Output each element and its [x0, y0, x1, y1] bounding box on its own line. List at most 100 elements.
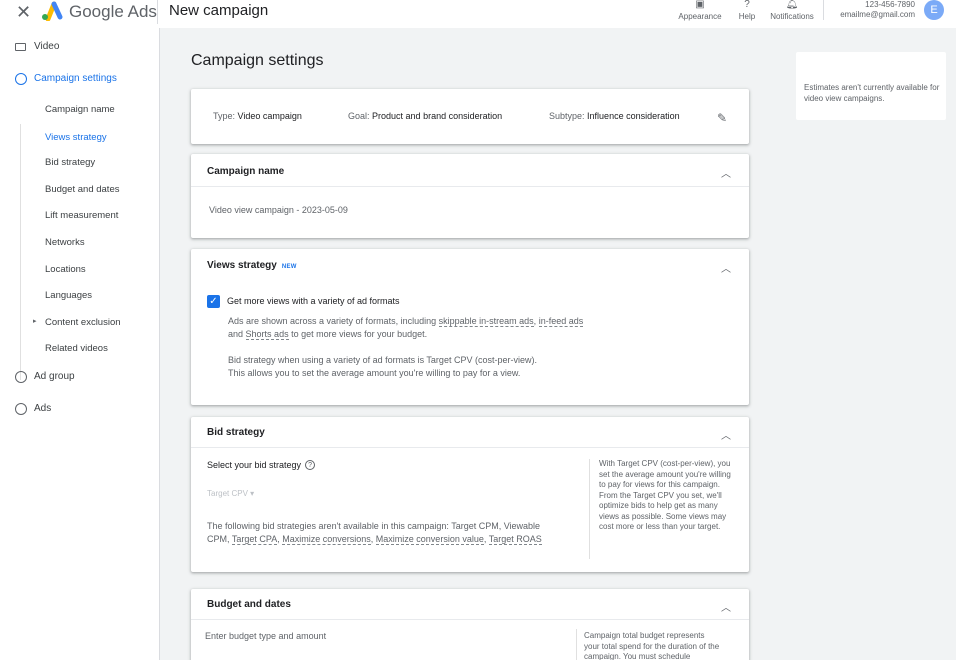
maximize-conversion-value-link[interactable]: Maximize conversion value: [375, 534, 484, 545]
sidebar: Video Campaign settings Campaign name Vi…: [0, 28, 160, 660]
divider: [589, 459, 590, 559]
step-circle-icon: [15, 371, 27, 383]
new-badge: NEW: [281, 264, 297, 270]
sidebar-sub-views-strategy[interactable]: Views strategy: [45, 132, 107, 143]
unavailable-links-line: CPM, Target CPA, Maximize conversions, M…: [207, 533, 577, 546]
divider: [191, 619, 749, 620]
desc-text: ,: [483, 534, 487, 544]
sidebar-sub-bid-strategy[interactable]: Bid strategy: [45, 157, 95, 168]
card-header: Views strategy NEW: [207, 260, 297, 271]
desc-text: Bid strategy when using a variety of ad …: [228, 355, 537, 365]
skippable-in-stream-ads-link[interactable]: skippable in-stream ads: [438, 316, 534, 327]
sidebar-item-label: Ads: [34, 403, 52, 414]
budget-subtitle: Enter budget type and amount: [205, 631, 327, 641]
goal-label: Goal:: [348, 111, 370, 121]
bid-strategy-help-note: With Target CPV (cost-per-view), you set…: [599, 459, 731, 531]
step-circle-icon: [15, 73, 27, 85]
video-icon: [15, 43, 26, 51]
bid-strategy-description: Bid strategy when using a variety of ad …: [228, 354, 608, 380]
label-text: Select your bid strategy: [207, 460, 302, 470]
sidebar-sub-networks[interactable]: Networks: [45, 237, 85, 248]
maximize-conversions-link[interactable]: Maximize conversions: [282, 534, 371, 545]
bid-strategy-select[interactable]: Target CPV ▾: [207, 489, 254, 498]
select-bid-strategy-label: Select your bid strategy?: [207, 460, 316, 470]
appearance-icon: ▣: [695, 0, 705, 10]
help-circle-icon[interactable]: ?: [305, 460, 316, 470]
help-icon: ?: [744, 0, 750, 10]
close-icon[interactable]: ✕: [16, 2, 31, 22]
estimates-text: Estimates aren't currently available for…: [804, 83, 940, 103]
desc-text: Ads are shown across a variety of format…: [228, 316, 437, 326]
views-strategy-card: Views strategy NEW ︿ ✓ Get more views wit…: [191, 249, 749, 405]
type-value: Video campaign: [237, 111, 302, 121]
section-title: Campaign settings: [191, 52, 324, 69]
divider: [576, 629, 577, 660]
step-circle-icon: [15, 403, 27, 415]
select-value: Target CPV: [207, 489, 248, 498]
type-summary: Type: Video campaign: [213, 111, 302, 121]
target-roas-link[interactable]: Target ROAS: [488, 534, 542, 545]
notifications-button[interactable]: 🔔︎ Notifications: [767, 0, 817, 21]
chevron-up-icon[interactable]: ︿: [721, 165, 731, 180]
target-cpa-link[interactable]: Target CPA: [231, 534, 278, 545]
desc-text: This allows you to set the average amoun…: [228, 368, 521, 378]
sidebar-item-label: Campaign settings: [34, 73, 117, 84]
divider: [191, 186, 749, 187]
sidebar-sub-lift-measurement[interactable]: Lift measurement: [45, 210, 118, 221]
customer-id: 123-456-7890: [865, 0, 915, 9]
edit-pencil-icon[interactable]: ✎: [717, 111, 727, 125]
sidebar-sub-languages[interactable]: Languages: [45, 290, 92, 301]
in-feed-ads-link[interactable]: in-feed ads: [538, 316, 584, 327]
checkbox-checked-icon[interactable]: ✓: [207, 295, 220, 308]
sidebar-sub-content-exclusion[interactable]: ▸ Content exclusion: [33, 317, 121, 328]
divider: [823, 0, 824, 20]
chevron-up-icon[interactable]: ︿: [721, 260, 731, 275]
sidebar-sub-related-videos[interactable]: Related videos: [45, 343, 108, 354]
sidebar-sub-locations[interactable]: Locations: [45, 264, 86, 275]
shorts-ads-link[interactable]: Shorts ads: [245, 329, 289, 340]
sidebar-sub-budget-dates[interactable]: Budget and dates: [45, 184, 119, 195]
card-header: Campaign name: [207, 166, 285, 177]
bell-icon: 🔔︎: [785, 0, 799, 10]
campaign-summary-card: Type: Video campaign Goal: Product and b…: [191, 89, 749, 144]
formats-description: Ads are shown across a variety of format…: [228, 315, 588, 341]
desc-text: ,: [370, 534, 374, 544]
step-connector: [20, 124, 21, 380]
card-header: Budget and dates: [207, 599, 291, 610]
help-label: Help: [738, 12, 756, 21]
sidebar-item-ads[interactable]: Ads: [0, 398, 160, 422]
google-ads-logo: [42, 1, 63, 21]
account-info[interactable]: 123-456-7890 emailme@gmail.com: [826, 0, 915, 20]
desc-text: ,: [277, 534, 280, 544]
sidebar-item-label: Video: [34, 41, 60, 52]
desc-text: and: [228, 329, 244, 339]
card-header: Bid strategy: [207, 427, 265, 438]
avatar[interactable]: E: [924, 0, 944, 20]
sidebar-item-label: Ad group: [34, 371, 75, 382]
desc-text: ,: [533, 316, 537, 326]
chevron-up-icon[interactable]: ︿: [721, 427, 731, 442]
campaign-name-value[interactable]: Video view campaign - 2023-05-09: [209, 205, 348, 215]
top-bar: ✕ Google Ads New campaign ▣ Appearance ?…: [0, 0, 956, 28]
help-button[interactable]: ? Help: [734, 0, 760, 21]
sidebar-sub-campaign-name[interactable]: Campaign name: [45, 104, 115, 115]
sidebar-item-ad-group[interactable]: Ad group: [0, 366, 160, 390]
subtype-value: Influence consideration: [587, 111, 680, 121]
sidebar-item-video[interactable]: Video: [0, 36, 160, 60]
goal-value: Product and brand consideration: [372, 111, 503, 121]
appearance-button[interactable]: ▣ Appearance: [677, 0, 723, 21]
desc-text: to get more views for your budget.: [291, 329, 428, 339]
unavailable-strategies-text: The following bid strategies aren't avai…: [207, 520, 577, 546]
divider: [191, 447, 749, 448]
chevron-up-icon[interactable]: ︿: [721, 599, 731, 614]
type-label: Type:: [213, 111, 236, 121]
appearance-label: Appearance: [678, 12, 722, 21]
account-email: emailme@gmail.com: [840, 10, 915, 19]
sidebar-item-campaign-settings[interactable]: Campaign settings: [0, 68, 160, 92]
desc-text: CPM,: [207, 534, 230, 544]
divider: [157, 0, 158, 24]
card-header-label: Views strategy: [207, 260, 277, 271]
subtype-summary: Subtype: Influence consideration: [549, 111, 680, 121]
checkbox-label[interactable]: Get more views with a variety of ad form…: [227, 296, 400, 306]
sidebar-sub-label: Content exclusion: [45, 317, 121, 328]
